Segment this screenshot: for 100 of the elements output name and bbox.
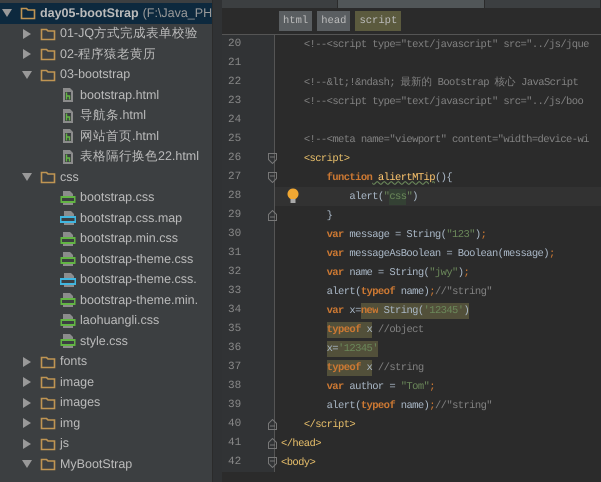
- folder-icon: [40, 66, 56, 83]
- expand-arrow-icon: [22, 438, 32, 449]
- css-file-icon: [60, 251, 76, 268]
- line-number: 38: [227, 379, 242, 394]
- line-number: 37: [227, 360, 242, 376]
- tree-item[interactable]: bootstrap.css: [0, 188, 212, 208]
- tree-item[interactable]: 01-JQ方式完成表单校验: [0, 24, 212, 44]
- html-file-icon: [60, 87, 76, 104]
- breadcrumb[interactable]: html: [279, 11, 312, 31]
- code-line: </head>: [280, 436, 321, 452]
- line-number: 31: [227, 246, 242, 262]
- expand-arrow-icon: [22, 377, 32, 388]
- tree-item[interactable]: image: [0, 372, 212, 392]
- css-file-icon: [60, 333, 76, 350]
- code-line: }: [326, 208, 332, 224]
- css-file-icon: [60, 292, 76, 308]
- folder-icon: [40, 169, 56, 186]
- code-line: var author = "Tom";: [326, 380, 435, 394]
- collapse-arrow-icon: [22, 70, 32, 80]
- code-line: var message = String("123");: [326, 228, 486, 242]
- code-line: alert(typeof name);//"string": [326, 398, 492, 414]
- css-file-icon: [60, 190, 76, 206]
- collapse-arrow-icon: [2, 8, 12, 18]
- line-number: 23: [227, 94, 242, 110]
- expand-arrow-icon: [22, 398, 32, 408]
- code-line: typeof x //object: [326, 320, 424, 339]
- line-number: 40: [227, 417, 242, 432]
- line-number: 24: [227, 113, 242, 128]
- tree-item[interactable]: bootstrap-theme.min.: [0, 290, 212, 310]
- tree-item[interactable]: bootstrap.min.css: [0, 228, 212, 249]
- json-file-icon: [60, 210, 76, 226]
- expand-arrow-icon: [22, 356, 32, 367]
- line-number: 33: [227, 284, 242, 300]
- fold-marker-icon[interactable]: [268, 457, 277, 468]
- line-number: 42: [227, 455, 242, 470]
- folder-icon: [40, 354, 56, 370]
- tree-item[interactable]: MyBootStrap: [0, 454, 212, 474]
- tree-item[interactable]: fonts: [0, 352, 212, 372]
- css-file-icon: [60, 230, 76, 247]
- code-line: typeof x //string: [326, 358, 424, 377]
- code-line: <!--<meta name="viewport" content="width=device-wi: [302, 132, 589, 148]
- collapse-arrow-icon: [22, 172, 32, 182]
- line-number: 25: [227, 132, 242, 148]
- fold-marker-icon[interactable]: [268, 419, 277, 430]
- code-line: <!--&lt;!&ndash; 最新的 Bootstrap 核心 JavaScript: [302, 75, 578, 90]
- folder-icon: [40, 374, 56, 390]
- line-number: 41: [227, 436, 242, 452]
- tree-item[interactable]: 02-程序猿老黄历: [0, 44, 212, 64]
- tree-item[interactable]: images: [0, 392, 212, 413]
- folder-icon: [40, 26, 56, 42]
- tree-item[interactable]: js: [0, 434, 212, 454]
- expand-arrow-icon: [22, 28, 32, 39]
- line-number: 22: [227, 75, 242, 90]
- code-line: <script>: [302, 152, 350, 166]
- fold-marker-icon[interactable]: [268, 210, 277, 221]
- html-file-icon: [60, 128, 76, 144]
- tree-item[interactable]: bootstrap-theme.css: [0, 249, 212, 270]
- tree-item[interactable]: 网站首页.html: [0, 126, 212, 146]
- tree-item[interactable]: bootstrap-theme.css.: [0, 270, 212, 290]
- html-file-icon: [60, 148, 76, 165]
- folder-icon: [40, 46, 56, 62]
- tree-item[interactable]: 表格隔行换色22.html: [0, 146, 212, 167]
- code-line: alert("css"): [348, 188, 418, 206]
- line-number: 29: [227, 208, 242, 224]
- line-number: 30: [227, 227, 242, 242]
- scrollbar[interactable]: [212, 0, 222, 482]
- breadcrumb[interactable]: head: [317, 11, 350, 31]
- folder-icon: [40, 415, 56, 432]
- tree-item[interactable]: 导航条.html: [0, 106, 212, 126]
- tree-item[interactable]: day05-bootStrap (F:\Java_PH: [0, 3, 212, 24]
- folder-icon: [40, 394, 56, 411]
- tree-item[interactable]: bootstrap.html: [0, 85, 212, 106]
- tree-item[interactable]: laohuangli.css: [0, 310, 212, 331]
- code-line: function aliertMTip(){: [326, 170, 452, 186]
- line-number: 27: [227, 170, 242, 186]
- expand-arrow-icon: [22, 49, 32, 60]
- folder-icon: [20, 5, 36, 22]
- code-line: alert(typeof name);//"string": [326, 284, 492, 300]
- line-number: 26: [227, 151, 242, 166]
- code-line: <body>: [280, 456, 316, 470]
- code-line: </script>: [302, 418, 356, 432]
- breadcrumb[interactable]: script: [355, 11, 402, 31]
- line-number: 36: [227, 341, 242, 356]
- code-line: <!--<script type="text/javascript" src="../js/boo: [302, 94, 584, 110]
- code-line: var name = String("jwy");: [326, 266, 470, 280]
- fold-marker-icon[interactable]: [268, 438, 277, 449]
- line-number: 21: [227, 56, 242, 72]
- fold-marker-icon[interactable]: [268, 172, 277, 183]
- tree-item[interactable]: style.css: [0, 331, 212, 352]
- expand-arrow-icon: [22, 418, 32, 428]
- folder-icon: [40, 456, 56, 472]
- line-number: 20: [227, 37, 242, 52]
- tree-item[interactable]: css: [0, 167, 212, 188]
- tree-item[interactable]: bootstrap.css.map: [0, 208, 212, 228]
- fold-marker-icon[interactable]: [268, 153, 277, 164]
- folder-icon: [40, 436, 56, 452]
- tree-item[interactable]: 03-bootstrap: [0, 64, 212, 85]
- line-number: 32: [227, 265, 242, 280]
- tree-item[interactable]: img: [0, 413, 212, 434]
- json-file-icon: [60, 272, 76, 288]
